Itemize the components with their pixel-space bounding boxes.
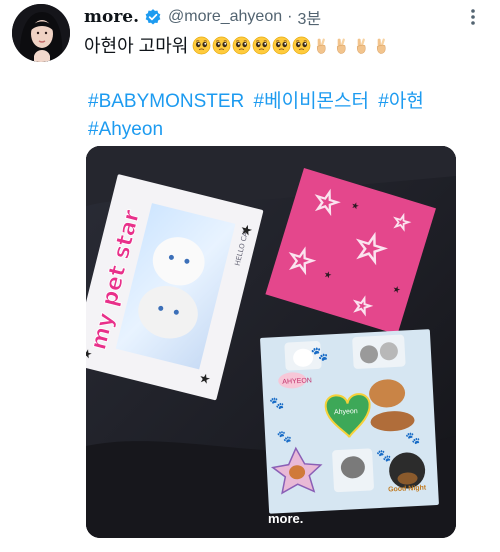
crossed-fingers-emoji-icon [332, 36, 351, 55]
hashtag-list: #BABYMONSTER #베이비몬스터 #아현 #Ahyeon [88, 88, 488, 144]
tweet-timestamp[interactable]: 3분 [297, 5, 321, 29]
crossed-fingers-emoji-icon [352, 36, 371, 55]
svg-text:🐾: 🐾 [277, 429, 293, 444]
svg-text:🐾: 🐾 [405, 431, 421, 446]
display-name[interactable]: more. [84, 7, 139, 27]
sticker-sheet: 🐾 AHYEON Ahyeon 🐾 🐾 Good Night 🐾 🐾 [260, 329, 439, 514]
pleading-face-emoji-icon [252, 36, 271, 55]
hashtag-link[interactable]: #Ahyeon [88, 119, 163, 140]
tweet-photo[interactable]: my pet star HELLO CAT ★ ★ ★ ☆ ☆ ☆ ☆ ☆ ★ … [86, 146, 456, 538]
crossed-fingers-emoji-icon [312, 36, 331, 55]
hashtag-link[interactable]: #베이비몬스터 [254, 91, 369, 112]
pleading-face-emoji-icon [232, 36, 251, 55]
tweet-header: more. @more_ahyeon · 3분 [84, 6, 321, 28]
svg-text:🐾: 🐾 [269, 396, 285, 411]
pleading-face-emoji-icon [272, 36, 291, 55]
separator-dot: · [287, 8, 293, 25]
emoji-row [192, 36, 392, 55]
pleading-face-emoji-icon [212, 36, 231, 55]
svg-text:🐾: 🐾 [311, 345, 329, 363]
hashtag-link[interactable]: #아현 [378, 91, 424, 112]
crossed-fingers-emoji-icon [372, 36, 391, 55]
pleading-face-emoji-icon [292, 36, 311, 55]
tweet-text: 아현아 고마워 [84, 36, 189, 56]
verified-badge-icon [144, 8, 162, 26]
pleading-face-emoji-icon [192, 36, 211, 55]
tweet-body: 아현아 고마워 [84, 32, 392, 58]
svg-text:🐾: 🐾 [376, 448, 392, 463]
more-options-icon[interactable] [462, 6, 484, 28]
photo-watermark: more. [268, 511, 303, 526]
user-handle[interactable]: @more_ahyeon [168, 8, 282, 26]
tweet: more. @more_ahyeon · 3분 아현아 고마워 #BABYMON… [0, 0, 500, 552]
hashtag-link[interactable]: #BABYMONSTER [88, 91, 244, 112]
sheet-label-heart: Ahyeon [334, 408, 358, 416]
profile-avatar[interactable] [12, 4, 70, 62]
